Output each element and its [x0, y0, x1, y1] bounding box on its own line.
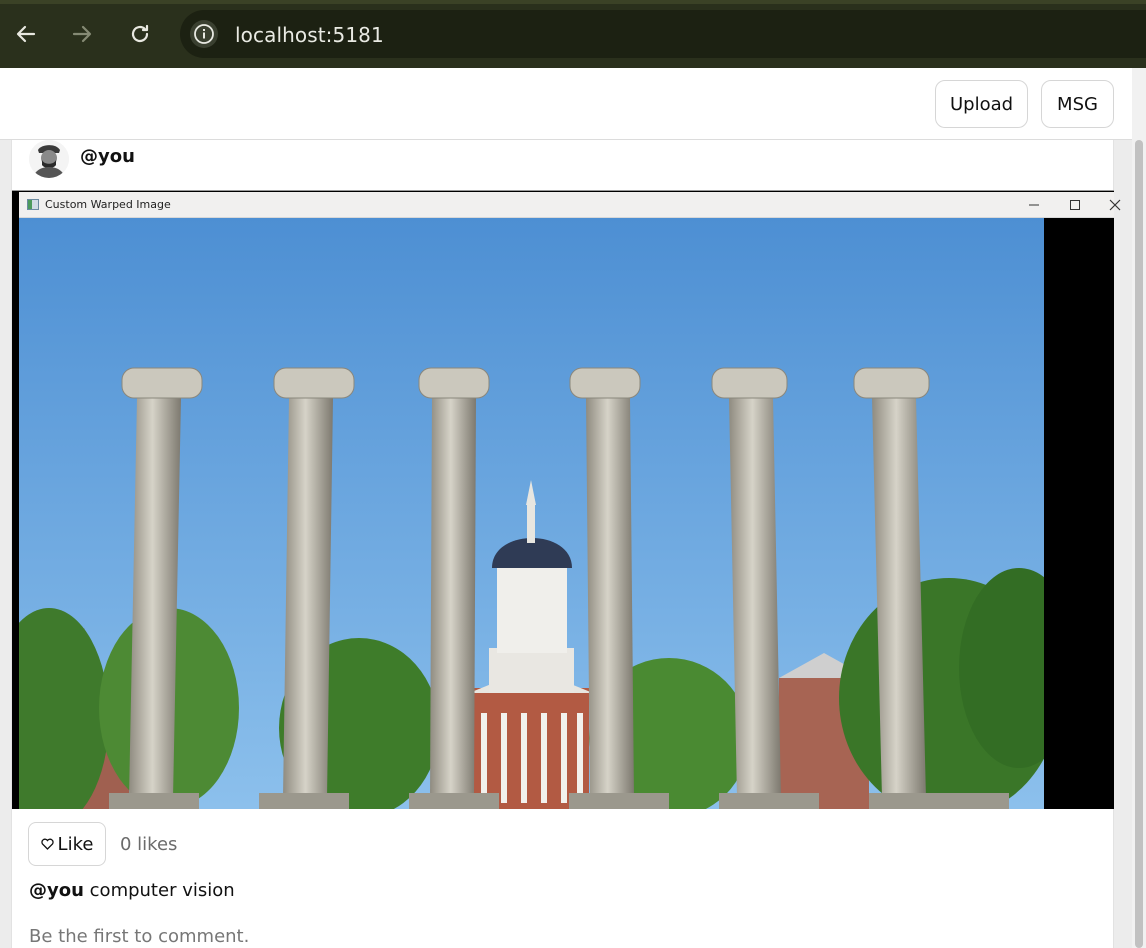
- image-window-title: Custom Warped Image: [45, 198, 171, 211]
- likes-count: 0 likes: [120, 834, 178, 855]
- address-bar[interactable]: localhost:5181: [180, 10, 1146, 58]
- page-viewport: Upload MSG @you Custom Warped Image Like…: [0, 68, 1146, 948]
- window-app-icon: [27, 199, 39, 210]
- comments-empty-text: Be the first to comment.: [29, 926, 250, 947]
- caption-text: computer vision: [89, 880, 235, 901]
- post-caption: @you computer vision: [29, 880, 235, 901]
- reload-icon[interactable]: [126, 20, 154, 48]
- app-header: Upload MSG: [0, 68, 1132, 140]
- post-header: @you: [12, 140, 1113, 190]
- image-window-titlebar: Custom Warped Image: [19, 192, 1121, 218]
- post-username[interactable]: @you: [80, 146, 135, 167]
- msg-button[interactable]: MSG: [1041, 80, 1114, 128]
- maximize-icon: [1065, 195, 1085, 215]
- scrollbar[interactable]: [1132, 68, 1146, 948]
- avatar[interactable]: [29, 140, 69, 178]
- scrollbar-thumb[interactable]: [1135, 140, 1143, 948]
- like-label: Like: [57, 833, 94, 855]
- caption-username[interactable]: @you: [29, 880, 84, 901]
- browser-toolbar: localhost:5181: [0, 0, 1146, 68]
- site-info-icon[interactable]: [190, 20, 218, 48]
- like-button[interactable]: Like: [28, 822, 106, 866]
- minimize-icon: [1024, 195, 1044, 215]
- url-text[interactable]: localhost:5181: [235, 23, 384, 47]
- forward-arrow-icon[interactable]: [68, 20, 96, 48]
- post-image[interactable]: Custom Warped Image: [12, 190, 1121, 809]
- post-card: @you Custom Warped Image Like 0 likes @y…: [11, 140, 1121, 948]
- close-icon: [1105, 195, 1125, 215]
- warped-photo: [19, 218, 1044, 809]
- upload-button[interactable]: Upload: [935, 80, 1028, 128]
- back-arrow-icon[interactable]: [12, 20, 40, 48]
- heart-icon: [40, 834, 54, 855]
